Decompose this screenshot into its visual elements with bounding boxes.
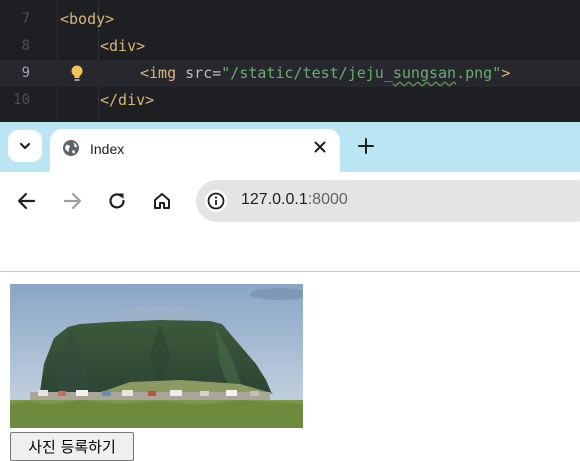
info-icon[interactable] [205,190,227,212]
code-text: <div> [100,37,145,55]
line-number: 9 [21,65,30,81]
tab-strip: Index [0,122,580,172]
line-number: 10 [13,92,30,108]
equals-sign: = [212,64,222,82]
page-content: 사진 등록하기 [0,273,580,461]
globe-icon [63,140,79,156]
line-number: 8 [21,38,30,54]
code-text: <img src="/static/test/jeju_sungsan.png"… [140,64,510,82]
lightbulb-icon[interactable] [70,65,84,83]
url-host: 127.0.0.1 [241,191,308,208]
reload-icon[interactable] [106,190,128,212]
html-tag: </div> [100,91,155,109]
html-tag: <body> [60,10,115,28]
html-attribute: src [185,64,213,82]
code-line[interactable]: 7 <body> [0,6,580,33]
code-text: </div> [100,91,154,109]
tab-search-chevron-icon [19,142,31,150]
tab-search-button[interactable] [8,130,42,162]
jeju-sungsan-photo [10,284,303,428]
address-bar[interactable]: 127.0.0.1:8000 [196,180,580,222]
code-text: <body> [60,10,114,28]
plus-icon[interactable] [356,136,376,156]
html-tag: <div> [100,37,146,55]
tab-title: Index [90,141,125,157]
attribute-value: "/static/test/jeju_sungsan.png" [221,64,502,82]
code-line[interactable]: 8 <div> [0,33,580,60]
code-line[interactable]: 10 </div> [0,87,580,114]
code-editor: 7 <body> 8 <div> 9 <img src="/static/tes… [0,0,580,122]
toolbar-spacer [0,230,580,272]
url-port: :8000 [307,191,348,208]
photo-upload-button[interactable]: 사진 등록하기 [10,432,134,461]
back-arrow-icon[interactable] [16,190,38,212]
code-line-current[interactable]: 9 <img src="/static/test/jeju_sungsan.pn… [0,60,580,87]
forward-arrow-icon[interactable] [61,190,83,212]
browser-tab[interactable]: Index [50,129,340,172]
url-text[interactable]: 127.0.0.1:8000 [241,191,348,209]
close-icon[interactable] [312,139,328,155]
line-number: 7 [21,11,30,27]
home-icon[interactable] [151,190,173,212]
html-tag-close: > [501,64,511,82]
spellcheck-underline: sungsan [392,64,457,82]
html-tag: <img [140,64,177,82]
browser-toolbar: 127.0.0.1:8000 [0,172,580,230]
